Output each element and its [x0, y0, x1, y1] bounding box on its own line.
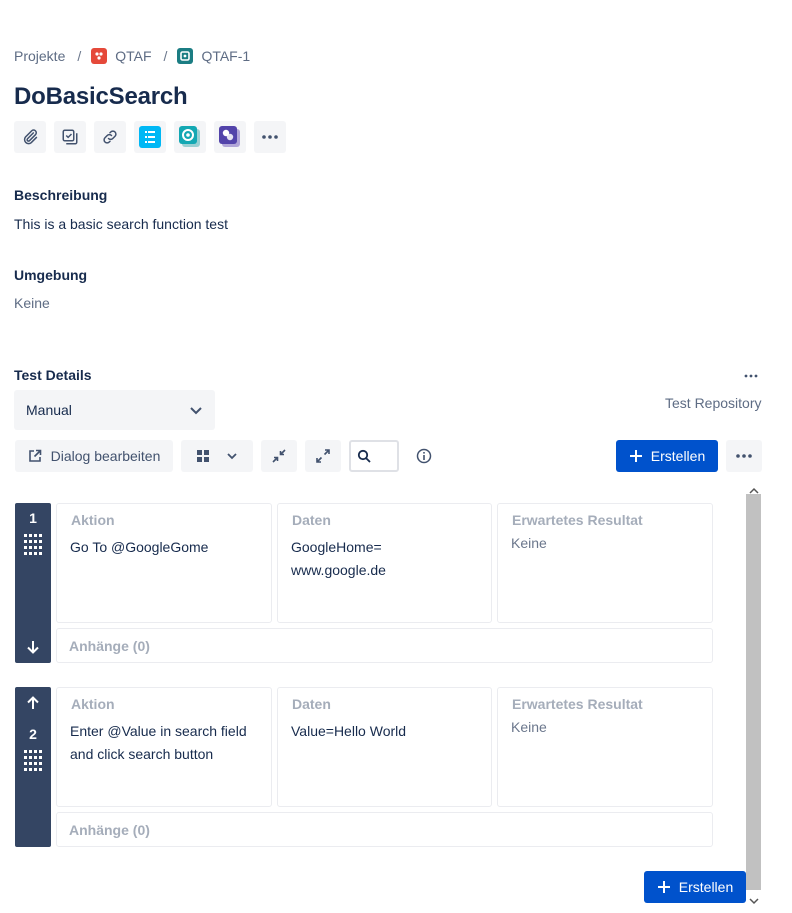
create-step-label: Erstellen [650, 448, 706, 464]
attach-button[interactable] [14, 121, 46, 153]
test-details-label: Test Details [14, 367, 92, 383]
chevron-down-icon [749, 898, 759, 905]
move-up-icon[interactable] [25, 695, 41, 711]
step-1-result-cell[interactable]: Erwartetes Resultat Keine [497, 503, 713, 623]
action-line: and click search button [70, 746, 214, 762]
breadcrumb-issue-link[interactable]: QTAF-1 [201, 48, 250, 64]
edit-dialog-label: Dialog bearbeiten [50, 448, 161, 464]
step-2-data-cell[interactable]: Daten Value=Hello World [277, 687, 492, 807]
breadcrumb: Projekte / QTAF / QTAF-1 [14, 46, 250, 66]
edit-dialog-button[interactable]: Dialog bearbeiten [15, 440, 173, 472]
description-label: Beschreibung [14, 187, 108, 203]
step-number: 2 [29, 726, 37, 742]
step-2-action-cell[interactable]: Aktion Enter @Value in search field and … [56, 687, 272, 807]
test-app-icon [179, 126, 200, 147]
add-subtask-button[interactable] [54, 121, 86, 153]
more-icon [262, 135, 278, 139]
action-header: Aktion [71, 696, 115, 712]
environment-value[interactable]: Keine [14, 295, 50, 311]
description-value[interactable]: This is a basic search function test [14, 216, 228, 232]
step-1-handle[interactable]: 1 [15, 503, 51, 663]
steps-more-button[interactable] [726, 440, 762, 472]
chevron-down-icon [227, 453, 237, 460]
info-button[interactable] [416, 448, 432, 469]
view-mode-button[interactable] [181, 440, 253, 472]
test-app-button[interactable] [174, 121, 206, 153]
step-1-data: GoogleHome= www.google.de [291, 536, 481, 582]
step-number: 1 [29, 510, 37, 526]
collapse-icon [272, 449, 286, 463]
info-icon [416, 448, 432, 464]
grid-view-icon [197, 450, 209, 462]
attachment-icon [23, 129, 38, 145]
breadcrumb-projects-link[interactable]: Projekte [14, 48, 65, 64]
step-1-data-cell[interactable]: Daten GoogleHome= www.google.de [277, 503, 492, 623]
breadcrumb-separator: / [77, 48, 82, 64]
step-2-action: Enter @Value in search field and click s… [70, 720, 261, 766]
issue-toolbar [14, 121, 286, 153]
data-line: www.google.de [291, 562, 386, 578]
xray-app-icon [219, 126, 240, 147]
steps-search-input[interactable] [349, 440, 399, 472]
expand-button[interactable] [305, 440, 341, 472]
create-step-bottom-label: Erstellen [678, 879, 734, 895]
create-step-button[interactable]: Erstellen [616, 440, 718, 472]
step-2-attachments[interactable]: Anhänge (0) [56, 812, 713, 847]
test-details-more-button[interactable] [744, 367, 758, 386]
attachments-label: Anhänge (0) [69, 638, 150, 654]
checklist-app-button[interactable] [134, 121, 166, 153]
action-line: Enter @Value in search field [70, 723, 247, 739]
page-title[interactable]: DoBasicSearch [14, 83, 188, 111]
more-icon [736, 454, 752, 458]
plus-icon [657, 881, 670, 893]
create-step-bottom-button[interactable]: Erstellen [644, 871, 746, 903]
expand-icon [316, 449, 330, 463]
scroll-down-button[interactable] [749, 892, 759, 910]
breadcrumb-separator: / [163, 48, 168, 64]
test-type-value: Manual [26, 402, 72, 418]
data-header: Daten [292, 696, 331, 712]
attachments-label: Anhänge (0) [69, 822, 150, 838]
drag-handle-icon [24, 534, 42, 555]
collapse-button[interactable] [261, 440, 297, 472]
data-header: Daten [292, 512, 331, 528]
link-icon [103, 130, 117, 144]
test-issue-type-icon [177, 48, 194, 64]
step-1-result: Keine [511, 535, 547, 551]
xray-app-button[interactable] [214, 121, 246, 153]
test-type-select[interactable]: Manual [14, 390, 215, 430]
subtask-icon [62, 129, 78, 145]
drag-handle-icon [24, 750, 42, 771]
move-down-icon[interactable] [25, 639, 41, 655]
expected-result-header: Erwartetes Resultat [512, 696, 643, 712]
search-icon [357, 449, 371, 463]
action-header: Aktion [71, 512, 115, 528]
expected-result-header: Erwartetes Resultat [512, 512, 643, 528]
scrollbar-thumb[interactable] [746, 494, 761, 890]
chevron-down-icon [190, 407, 202, 415]
step-2-result: Keine [511, 719, 547, 735]
step-1-action: Go To @GoogleGome [70, 539, 209, 555]
project-icon [91, 48, 108, 64]
link-issue-button[interactable] [94, 121, 126, 153]
step-2-handle[interactable]: 2 [15, 687, 51, 847]
step-1-attachments[interactable]: Anhänge (0) [56, 628, 713, 663]
step-2-data: Value=Hello World [291, 723, 407, 739]
more-actions-button[interactable] [254, 121, 286, 153]
test-repository-link[interactable]: Test Repository [665, 395, 761, 411]
plus-icon [629, 450, 642, 462]
environment-label: Umgebung [14, 267, 88, 283]
data-line: GoogleHome= [291, 539, 382, 555]
more-icon [744, 374, 758, 378]
breadcrumb-project-link[interactable]: QTAF [115, 48, 151, 64]
step-1-action-cell[interactable]: Aktion Go To @GoogleGome [56, 503, 272, 623]
checklist-app-icon [139, 126, 161, 148]
step-2-result-cell[interactable]: Erwartetes Resultat Keine [497, 687, 713, 807]
external-link-icon [28, 449, 41, 462]
